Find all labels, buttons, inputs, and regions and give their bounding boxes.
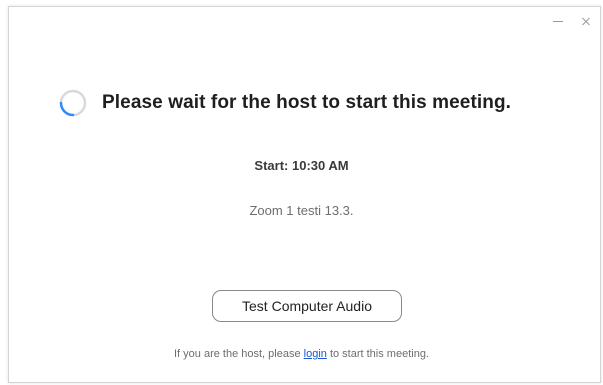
host-note-prefix: If you are the host, please <box>174 348 304 360</box>
host-login-note: If you are the host, please login to sta… <box>0 348 603 360</box>
window-controls <box>551 14 593 28</box>
waiting-message: Please wait for the host to start this m… <box>102 92 512 113</box>
waiting-room-window <box>8 6 601 383</box>
meeting-start-time: Start: 10:30 AM <box>254 158 349 173</box>
loading-spinner-icon <box>59 89 87 117</box>
minimize-icon[interactable] <box>551 14 565 28</box>
login-link[interactable]: login <box>304 348 327 360</box>
meeting-name: Zoom 1 testi 13.3. <box>249 203 354 218</box>
host-note-suffix: to start this meeting. <box>326 348 429 360</box>
close-icon[interactable] <box>579 14 593 28</box>
waiting-status: Please wait for the host to start this m… <box>58 88 511 118</box>
test-computer-audio-button[interactable]: Test Computer Audio <box>212 290 402 322</box>
